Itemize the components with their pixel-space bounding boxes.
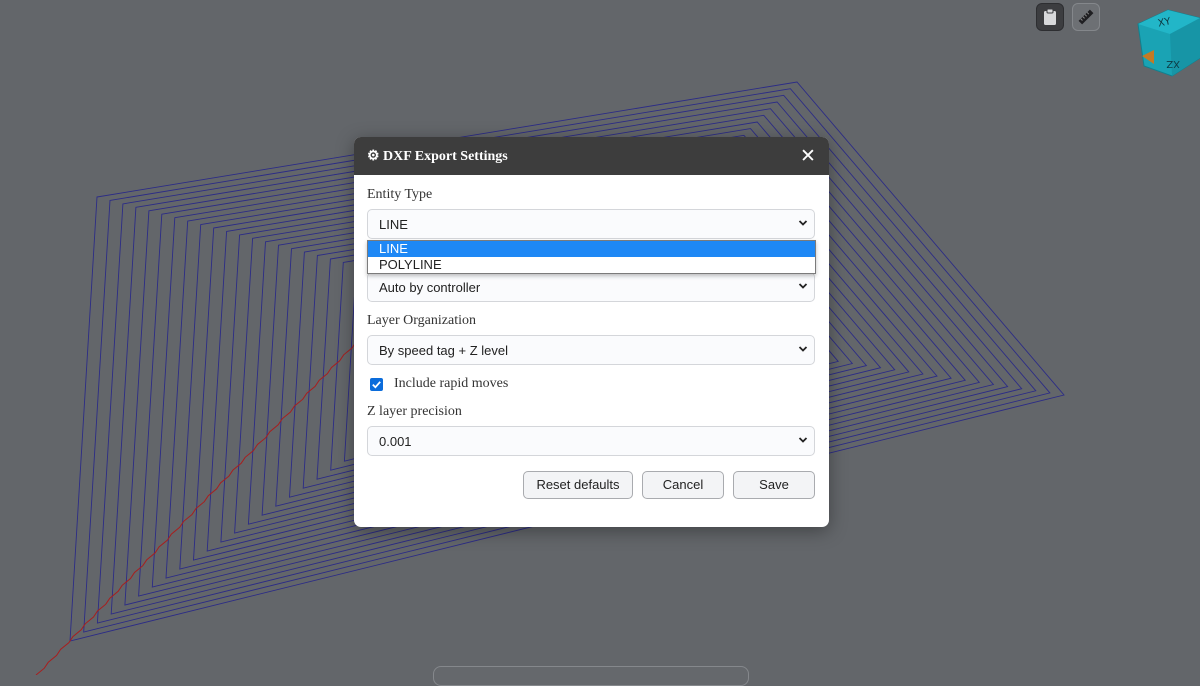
- chevron-down-icon: [798, 283, 808, 289]
- rapid-moves-checkbox[interactable]: [370, 378, 383, 391]
- entity-type-value: LINE: [379, 217, 408, 232]
- entity-type-dropdown: LINE POLYLINE: [367, 240, 816, 274]
- view-cube[interactable]: XY XZ: [1132, 6, 1200, 78]
- entity-type-label: Entity Type: [367, 187, 433, 202]
- chevron-down-icon: [798, 437, 808, 443]
- reset-defaults-button[interactable]: Reset defaults: [523, 471, 633, 499]
- dxf-export-dialog: ⚙ DXF Export Settings ✕ Entity Type LINE…: [354, 137, 829, 527]
- chevron-down-icon: [798, 220, 808, 226]
- ruler-icon: [1078, 9, 1094, 25]
- measure-button[interactable]: [1072, 3, 1100, 31]
- clipboard-icon: [1044, 8, 1056, 25]
- z-precision-value: 0.001: [379, 434, 412, 449]
- checkmark-icon: [372, 381, 381, 389]
- entity-option-polyline[interactable]: POLYLINE: [368, 257, 815, 273]
- layer-organization-label: Layer Organization: [367, 313, 476, 328]
- chevron-down-icon: [798, 346, 808, 352]
- rapid-move-path: [35, 341, 357, 675]
- z-precision-select[interactable]: 0.001: [367, 426, 815, 456]
- dialog-header: ⚙ DXF Export Settings ✕: [354, 137, 829, 175]
- rapid-moves-label: Include rapid moves: [394, 376, 509, 391]
- cancel-button[interactable]: Cancel: [642, 471, 724, 499]
- dialog-title: ⚙ DXF Export Settings: [367, 149, 508, 164]
- save-button[interactable]: Save: [733, 471, 815, 499]
- entity-option-line[interactable]: LINE: [368, 241, 815, 257]
- clipboard-button[interactable]: [1036, 3, 1064, 31]
- layer-organization-value: By speed tag + Z level: [379, 343, 508, 358]
- close-button[interactable]: ✕: [799, 146, 817, 166]
- z-precision-label: Z layer precision: [367, 404, 462, 419]
- cube-face-xz: XZ: [1166, 58, 1180, 69]
- units-value: Auto by controller: [379, 280, 481, 295]
- entity-type-select[interactable]: LINE: [367, 209, 815, 239]
- bottom-status-bar: [433, 666, 749, 686]
- units-select[interactable]: Auto by controller: [367, 272, 815, 302]
- layer-organization-select[interactable]: By speed tag + Z level: [367, 335, 815, 365]
